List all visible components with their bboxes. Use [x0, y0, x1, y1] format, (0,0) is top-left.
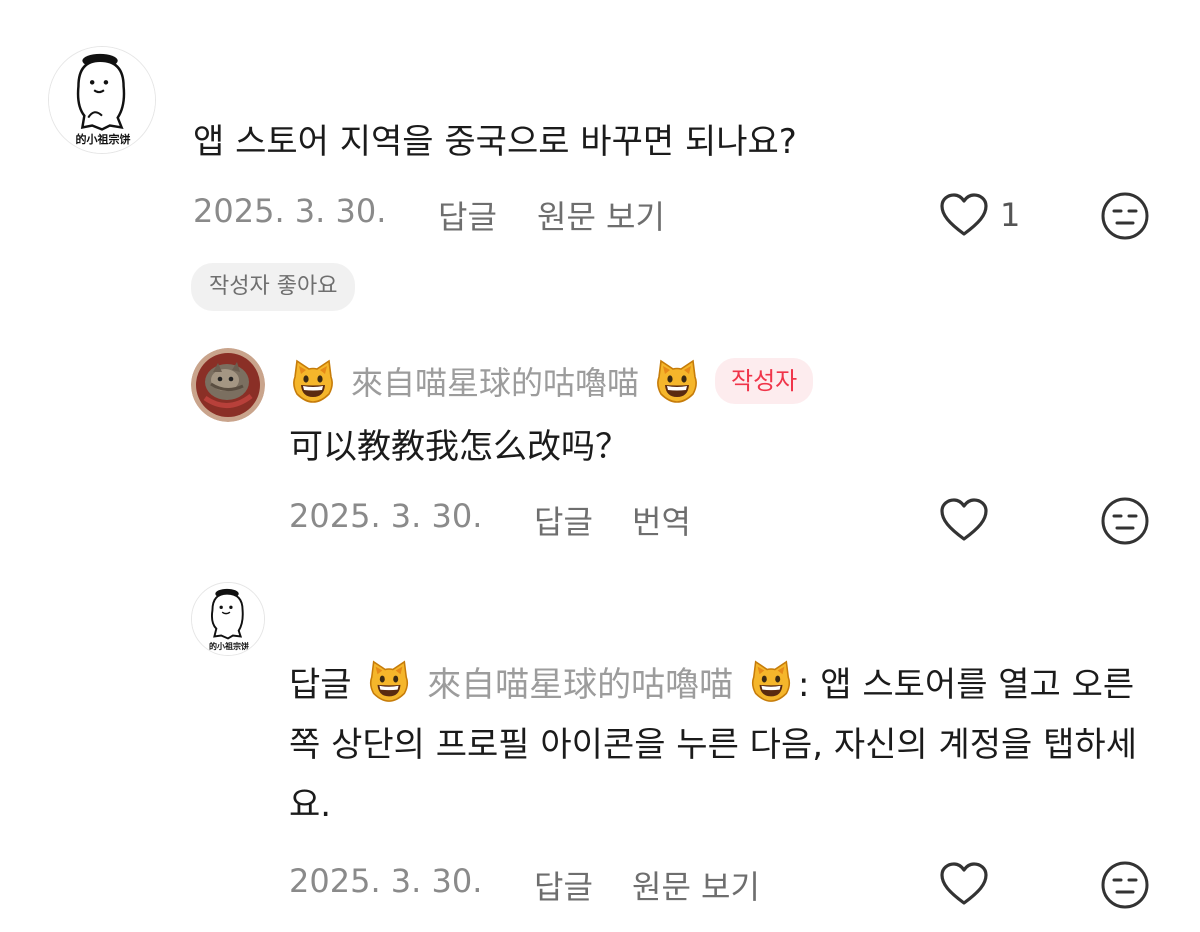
reply-button[interactable]: 답글 — [534, 497, 593, 543]
avatar-caption: 的小祖宗饼 — [75, 133, 131, 146]
reply-text: 可以教教我怎么改吗？ — [289, 427, 629, 467]
author-liked-chip: 작성자 좋아요 — [191, 263, 356, 311]
grinning-cat-emoji — [653, 357, 701, 405]
commenter-avatar[interactable]: 的小祖宗饼 — [48, 46, 156, 154]
like-button[interactable] — [939, 861, 989, 907]
author-username[interactable]: 來自喵星球的咕嚕喵 — [351, 358, 639, 404]
grinning-cat-emoji — [748, 658, 794, 704]
reply-button[interactable]: 답글 — [438, 192, 497, 238]
comment-text: 앱 스토어 지역을 중국으로 바꾸면 되나요? — [193, 122, 797, 162]
reaction-button[interactable] — [1100, 191, 1150, 241]
like-button[interactable] — [939, 497, 989, 543]
avatar-caption: 的小祖宗饼 — [209, 642, 249, 651]
author-avatar[interactable] — [191, 348, 265, 422]
grinning-cat-emoji — [366, 658, 412, 704]
mention-username[interactable]: 來自喵星球的咕嚕喵 — [427, 665, 733, 705]
like-button[interactable] — [939, 192, 989, 238]
reply-button[interactable]: 답글 — [534, 862, 593, 908]
reply-date: 2025. 3. 30. — [289, 497, 483, 535]
view-original-button[interactable]: 원문 보기 — [632, 862, 760, 908]
reply-text: 답글 來自喵星球的咕嚕喵 : 앱 스토어를 열고 오른쪽 상단의 프로필 아이콘… — [289, 655, 1159, 835]
like-count: 1 — [1000, 196, 1021, 234]
reply-date: 2025. 3. 30. — [289, 862, 483, 900]
view-original-button[interactable]: 원문 보기 — [537, 192, 665, 238]
comment-date: 2025. 3. 30. — [193, 192, 387, 230]
replier-avatar[interactable]: 的小祖宗饼 — [191, 582, 265, 656]
neutral-face-icon — [1101, 192, 1149, 240]
heart-outline-icon — [940, 498, 988, 541]
reaction-button[interactable] — [1100, 496, 1150, 546]
translate-button[interactable]: 번역 — [632, 497, 691, 543]
neutral-face-icon — [1101, 497, 1149, 545]
neutral-face-icon — [1101, 861, 1149, 909]
cat-photo-avatar-image — [191, 348, 265, 422]
grinning-cat-emoji — [289, 357, 337, 405]
reaction-button[interactable] — [1100, 860, 1150, 910]
heart-outline-icon — [940, 862, 988, 905]
reply-prefix: 답글 — [289, 665, 352, 705]
author-badge: 작성자 — [715, 358, 814, 404]
author-name-row: 來自喵星球的咕嚕喵 작성자 — [289, 355, 814, 407]
heart-outline-icon — [940, 193, 988, 236]
